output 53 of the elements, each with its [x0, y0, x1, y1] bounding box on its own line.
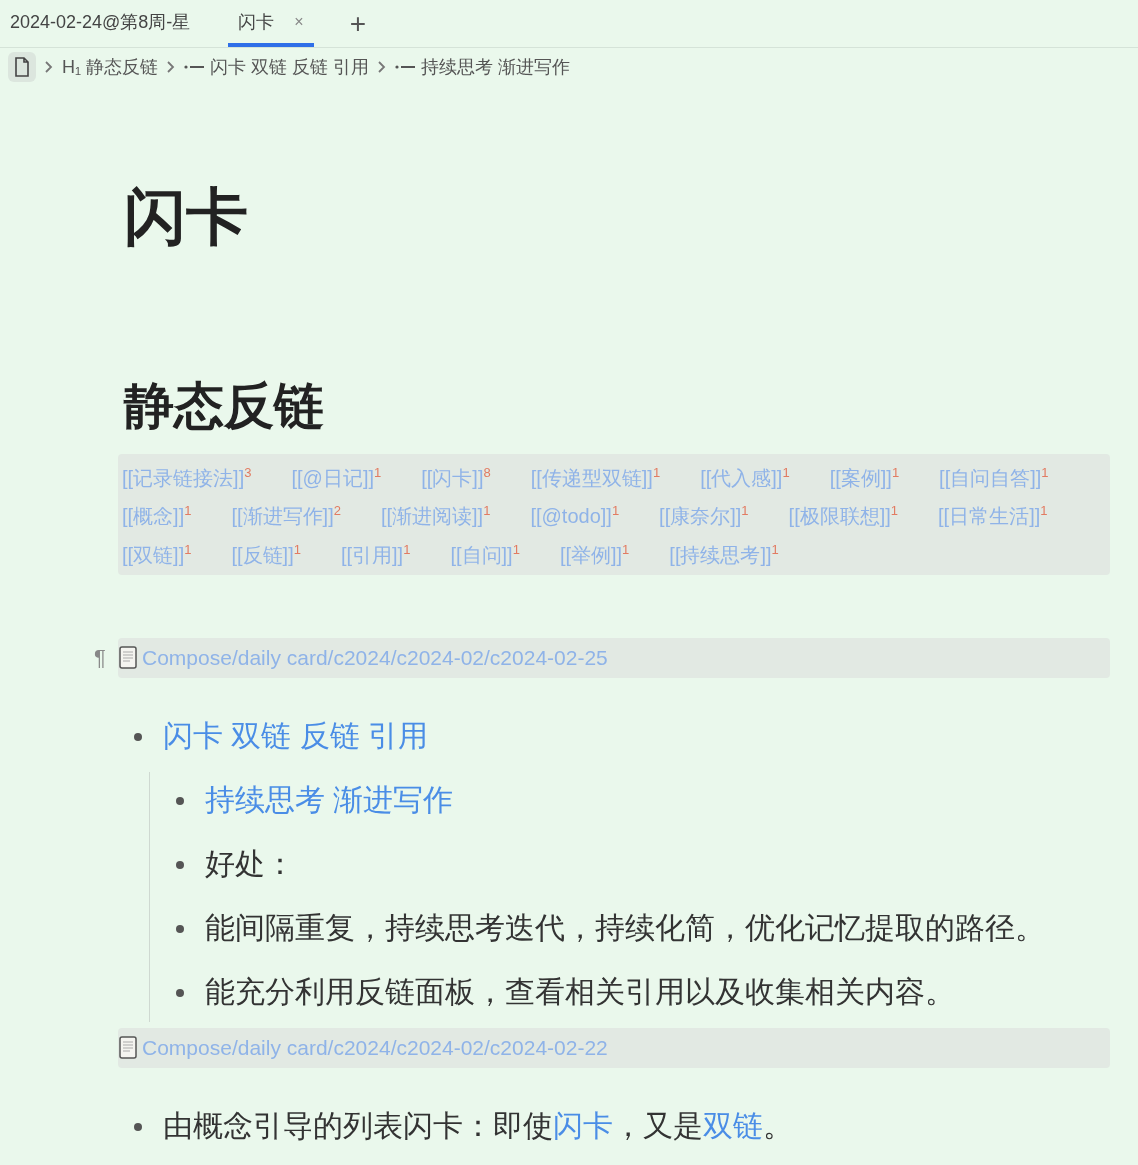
close-icon[interactable]: ×	[294, 12, 304, 31]
tab[interactable]: 2024-02-24@第8周-星	[0, 0, 201, 47]
list-item-icon	[184, 63, 205, 71]
tag-link[interactable]: [[自问自答]]$^{1}$	[939, 466, 1049, 489]
tag-link[interactable]: [[记录链接法]]$^{3}$	[122, 466, 252, 489]
list-item-text: 能间隔重复，持续思考迭代，持续化简，优化记忆提取的路径。	[205, 910, 1045, 947]
page-title: 闪卡	[124, 186, 249, 248]
document-page-icon	[118, 1035, 140, 1060]
chevron-right-icon	[44, 60, 54, 74]
embed-path-link[interactable]: Compose/daily card/c2024/c2024-02/c2024-02-22	[142, 1035, 608, 1060]
tag-link[interactable]: [[双链]]$^{1}$	[122, 543, 192, 566]
tag-link[interactable]: [[代入感]]$^{1}$	[700, 466, 790, 489]
section-heading: 静态反链	[124, 377, 325, 436]
tag-link[interactable]: [[@日记]]$^{1}$	[291, 466, 382, 489]
tag-link[interactable]: [[@todo]]$^{1}$	[530, 505, 620, 528]
tag-link[interactable]: [[渐进写作]]$^{2}$	[231, 505, 341, 528]
chevron-right-icon	[166, 60, 177, 74]
breadcrumb-item[interactable]: H₁ 静态反链	[62, 55, 159, 79]
bullet-icon[interactable]	[134, 732, 142, 741]
list-item-text: 能充分利用反链面板，查看相关引用以及收集相关内容。	[205, 974, 955, 1011]
pilcrow-icon[interactable]: ¶	[94, 644, 106, 671]
new-tab-button[interactable]: +	[341, 0, 375, 47]
list-item-text: 好处：	[205, 846, 295, 883]
tag-link[interactable]: [[渐进阅读]]$^{1}$	[380, 505, 491, 528]
tag-link[interactable]: [[自问]]$^{1}$	[450, 543, 520, 566]
tag-link[interactable]: [[反链]]$^{1}$	[231, 543, 301, 566]
list-item-text: 持续思考 渐进写作	[205, 782, 454, 819]
tag-link[interactable]: [[传递型双链]]$^{1}$	[530, 466, 661, 489]
chevron-right-icon	[377, 60, 388, 74]
bullet-icon[interactable]	[176, 796, 184, 805]
embed-path-link[interactable]: Compose/daily card/c2024/c2024-02/c2024-02-25	[142, 645, 608, 670]
tag-link[interactable]: [[举例]]$^{1}$	[559, 543, 630, 566]
list-item-text: 由概念引导的列表闪卡：即使闪卡，又是双链。	[163, 1108, 793, 1145]
tag-link[interactable]: [[案例]]$^{1}$	[829, 466, 900, 489]
breadcrumb-item[interactable]: 持续思考 渐进写作	[395, 55, 571, 79]
tag-link[interactable]: [[概念]]$^{1}$	[122, 505, 192, 528]
list-item-icon	[395, 63, 416, 71]
bullet-icon[interactable]	[176, 988, 184, 997]
tag-link[interactable]: [[日常生活]]$^{1}$	[938, 505, 1048, 528]
tag-link[interactable]: [[极限联想]]$^{1}$	[788, 505, 899, 528]
document-page-icon	[118, 645, 140, 670]
bullet-icon[interactable]	[176, 860, 184, 869]
tag-link[interactable]: [[闪卡]]$^{8}$	[421, 466, 491, 489]
tag-link[interactable]: [[持续思考]]$^{1}$	[669, 543, 779, 566]
breadcrumb-item[interactable]: 闪卡 双链 反链 引用	[184, 55, 370, 79]
tab[interactable]: 闪卡 ×	[228, 0, 314, 47]
tag-link[interactable]: [[康奈尔]]$^{1}$	[659, 505, 749, 528]
bullet-icon[interactable]	[134, 1122, 142, 1131]
document-button[interactable]	[8, 52, 36, 82]
bullet-icon[interactable]	[176, 924, 184, 933]
document-icon[interactable]	[14, 57, 30, 77]
list-item-text: 闪卡 双链 反链 引用	[163, 718, 428, 755]
tag-link[interactable]: [[引用]]$^{1}$	[340, 543, 411, 566]
